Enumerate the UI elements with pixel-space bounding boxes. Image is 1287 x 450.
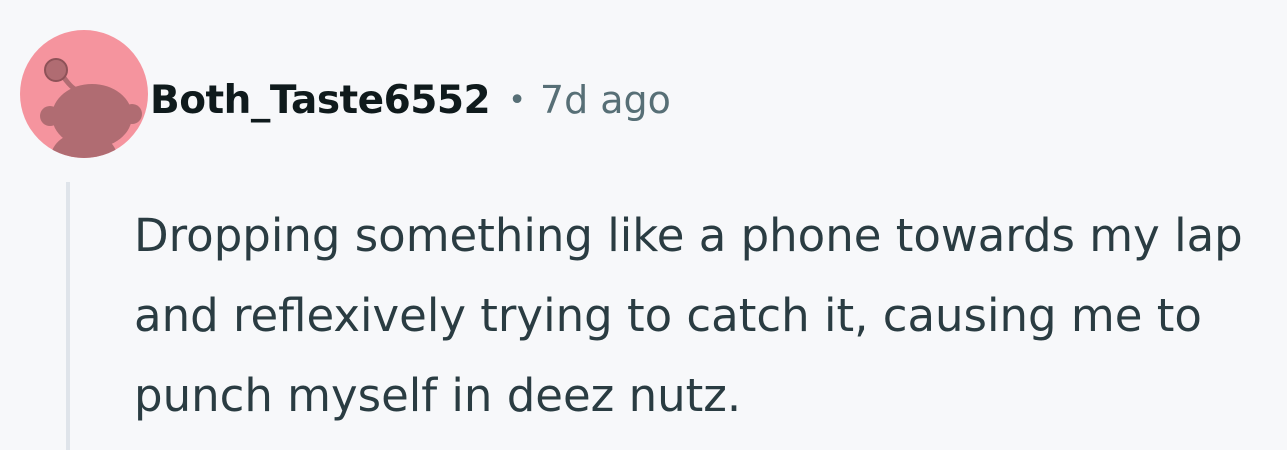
- snoo-avatar-icon: [20, 30, 148, 158]
- meta-separator: •: [508, 82, 526, 118]
- comment-body: Dropping something like a phone towards …: [134, 209, 1243, 422]
- comment-meta: Both_Taste6552 • 7d ago: [150, 72, 671, 128]
- author-username[interactable]: Both_Taste6552: [150, 78, 491, 123]
- comment: Both_Taste6552 • 7d ago Dropping somethi…: [0, 0, 1287, 450]
- avatar[interactable]: [20, 30, 148, 158]
- timestamp[interactable]: 7d ago: [540, 78, 671, 122]
- thread-line[interactable]: [66, 182, 70, 450]
